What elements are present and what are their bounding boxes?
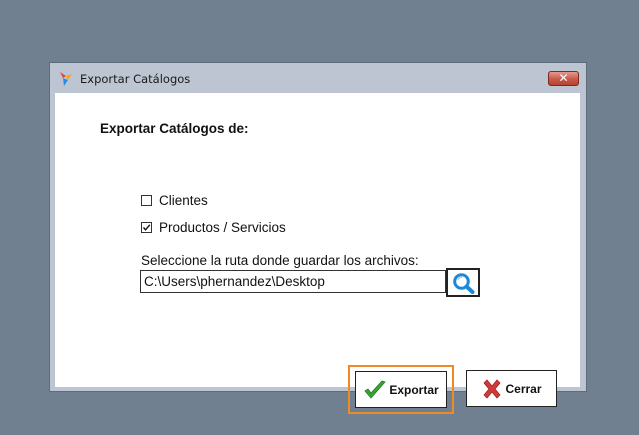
export-dialog: Exportar Catálogos ✕ Exportar Catálogos … — [49, 62, 587, 414]
export-button[interactable]: Exportar — [355, 371, 447, 408]
checkmark-icon — [142, 223, 151, 231]
option-productos-servicios[interactable]: Productos / Servicios — [141, 219, 286, 235]
checkmark-icon — [364, 380, 387, 399]
app-logo-icon — [59, 71, 73, 87]
cancel-button[interactable]: Cerrar — [466, 370, 557, 407]
export-button-label: Exportar — [389, 382, 439, 397]
productos-servicios-checkbox[interactable] — [141, 221, 152, 233]
option-clientes[interactable]: Clientes — [141, 192, 208, 208]
clientes-checkbox[interactable] — [141, 194, 152, 206]
title-bar[interactable]: Exportar Catálogos ✕ — [50, 63, 586, 93]
window-title: Exportar Catálogos — [80, 72, 191, 86]
section-heading: Exportar Catálogos de: — [100, 121, 249, 136]
dialog-content: Exportar Catálogos de: Clientes Producto… — [55, 93, 580, 414]
productos-servicios-label[interactable]: Productos / Servicios — [159, 220, 286, 235]
path-input[interactable] — [140, 270, 446, 293]
clientes-label[interactable]: Clientes — [159, 193, 208, 208]
browse-folder-button[interactable] — [446, 268, 480, 297]
x-mark-icon — [483, 378, 502, 399]
close-button-label: Cerrar — [505, 381, 542, 396]
close-window-button[interactable]: ✕ — [548, 71, 579, 86]
path-label: Seleccione la ruta donde guardar los arc… — [141, 253, 419, 268]
search-icon — [453, 273, 475, 294]
